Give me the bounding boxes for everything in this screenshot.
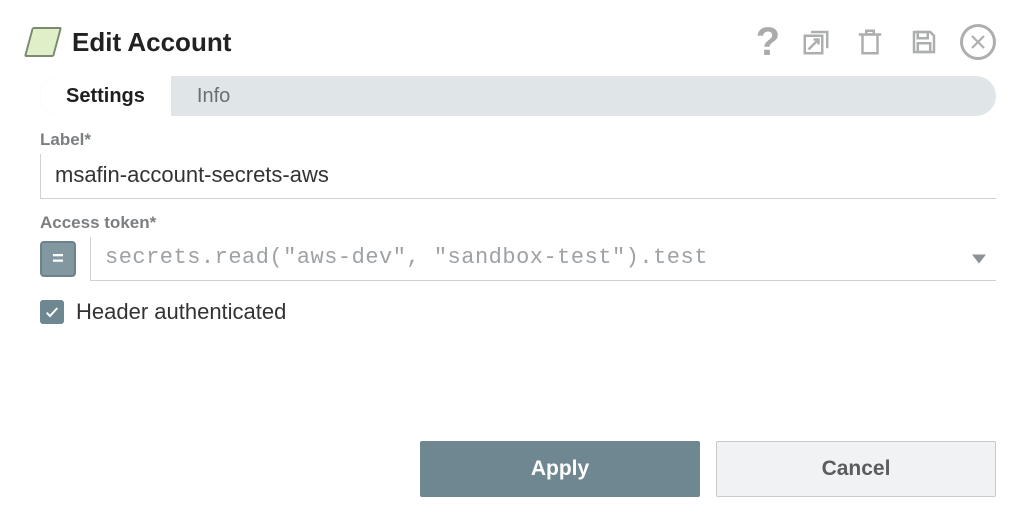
tab-info[interactable]: Info [171,76,256,116]
edit-account-dialog: Edit Account ? Settings Info Label* [0,0,1024,325]
dialog-header: Edit Account ? [28,22,996,62]
help-icon[interactable]: ? [756,22,780,62]
chevron-down-icon[interactable] [972,255,986,264]
label-field-label: Label* [40,130,996,150]
header-authenticated-label: Header authenticated [76,299,286,325]
account-type-icon [24,27,62,57]
label-input[interactable] [40,154,996,199]
trash-icon[interactable] [852,24,888,60]
header-authenticated-row: Header authenticated [40,299,996,325]
dialog-buttons: Apply Cancel [420,441,996,497]
tab-bar: Settings Info [40,76,996,116]
tab-settings[interactable]: Settings [40,76,171,116]
popout-icon[interactable] [798,24,834,60]
apply-button[interactable]: Apply [420,441,700,497]
access-token-field-label: Access token* [40,213,996,233]
expression-mode-toggle[interactable]: = [40,241,76,277]
label-field: Label* [40,130,996,199]
save-icon[interactable] [906,24,942,60]
dialog-title: Edit Account [72,27,231,58]
access-token-field: Access token* = [40,213,996,281]
cancel-button[interactable]: Cancel [716,441,996,497]
access-token-input[interactable] [90,237,996,281]
header-authenticated-checkbox[interactable] [40,300,64,324]
close-icon[interactable] [960,24,996,60]
settings-form: Label* Access token* = Header authentica… [28,128,996,325]
header-actions: ? [756,22,996,62]
